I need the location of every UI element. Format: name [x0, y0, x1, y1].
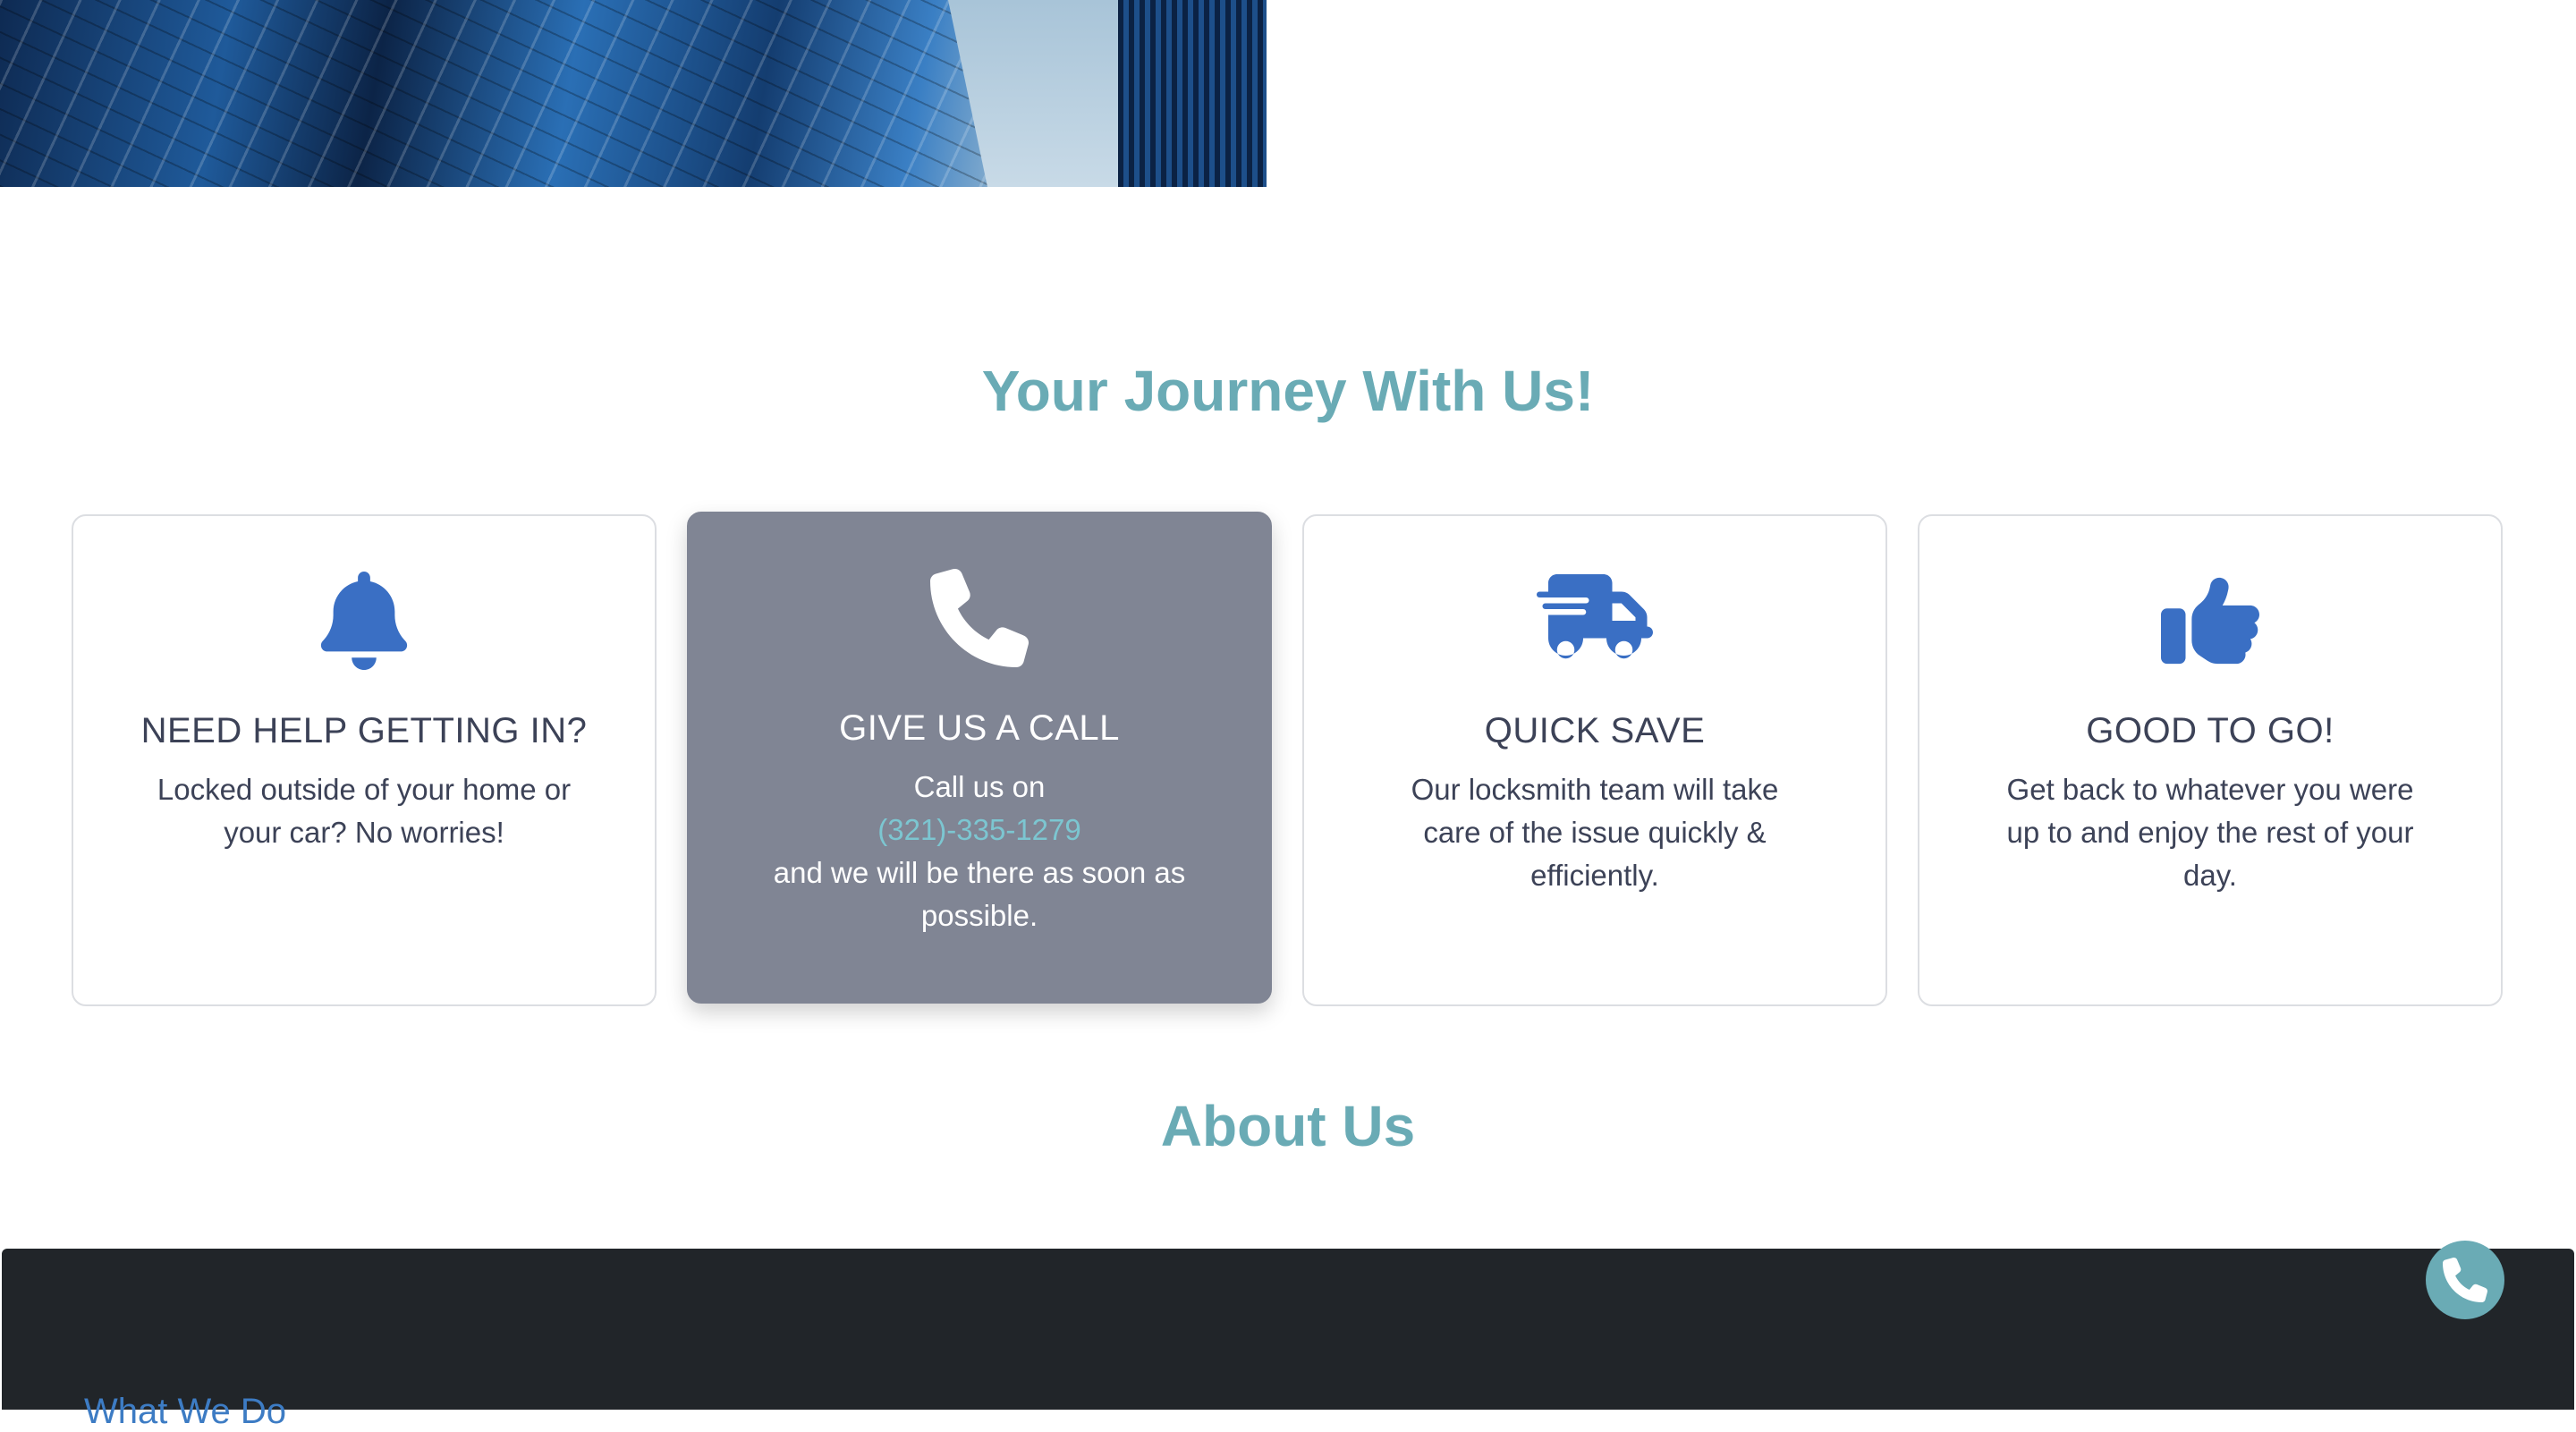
truck-fast-icon	[1304, 572, 1885, 670]
phone-icon	[689, 569, 1270, 667]
journey-card-quick-save: QUICK SAVE Our locksmith team will take …	[1302, 514, 1887, 1006]
card-text: Call us on (321)-335-1279 and we will be…	[769, 766, 1190, 937]
card-text: Our locksmith team will take care of the…	[1411, 773, 1779, 892]
card-title: NEED HELP GETTING IN?	[140, 711, 588, 750]
card-title: QUICK SAVE	[1484, 711, 1706, 750]
call-floating-button[interactable]	[2426, 1241, 2504, 1319]
footer: What We Do	[2, 1249, 2574, 1431]
card-title: GIVE US A CALL	[839, 708, 1120, 748]
card-text: Get back to whatever you were up to and …	[2006, 773, 2414, 892]
journey-title: Your Journey With Us!	[981, 359, 1595, 423]
hero-image	[0, 0, 1267, 187]
call-us-followup-text: and we will be there as soon as possible…	[773, 856, 1186, 932]
call-us-text: Call us on	[913, 770, 1046, 803]
journey-card-need-help: NEED HELP GETTING IN? Locked outside of …	[72, 514, 657, 1006]
journey-card-give-us-a-call: GIVE US A CALL Call us on (321)-335-1279…	[687, 512, 1272, 1004]
what-we-do-heading: What We Do	[84, 1392, 286, 1431]
journey-card-good-to-go: GOOD TO GO! Get back to whatever you wer…	[1918, 514, 2503, 1006]
bell-icon	[73, 572, 655, 670]
card-text: Locked outside of your home or your car?…	[157, 773, 572, 849]
about-title: About Us	[1160, 1094, 1416, 1158]
phone-icon	[2443, 1258, 2487, 1302]
thumbs-up-icon	[1919, 572, 2501, 670]
phone-number-link[interactable]: (321)-335-1279	[769, 809, 1190, 852]
card-title: GOOD TO GO!	[2086, 711, 2334, 750]
